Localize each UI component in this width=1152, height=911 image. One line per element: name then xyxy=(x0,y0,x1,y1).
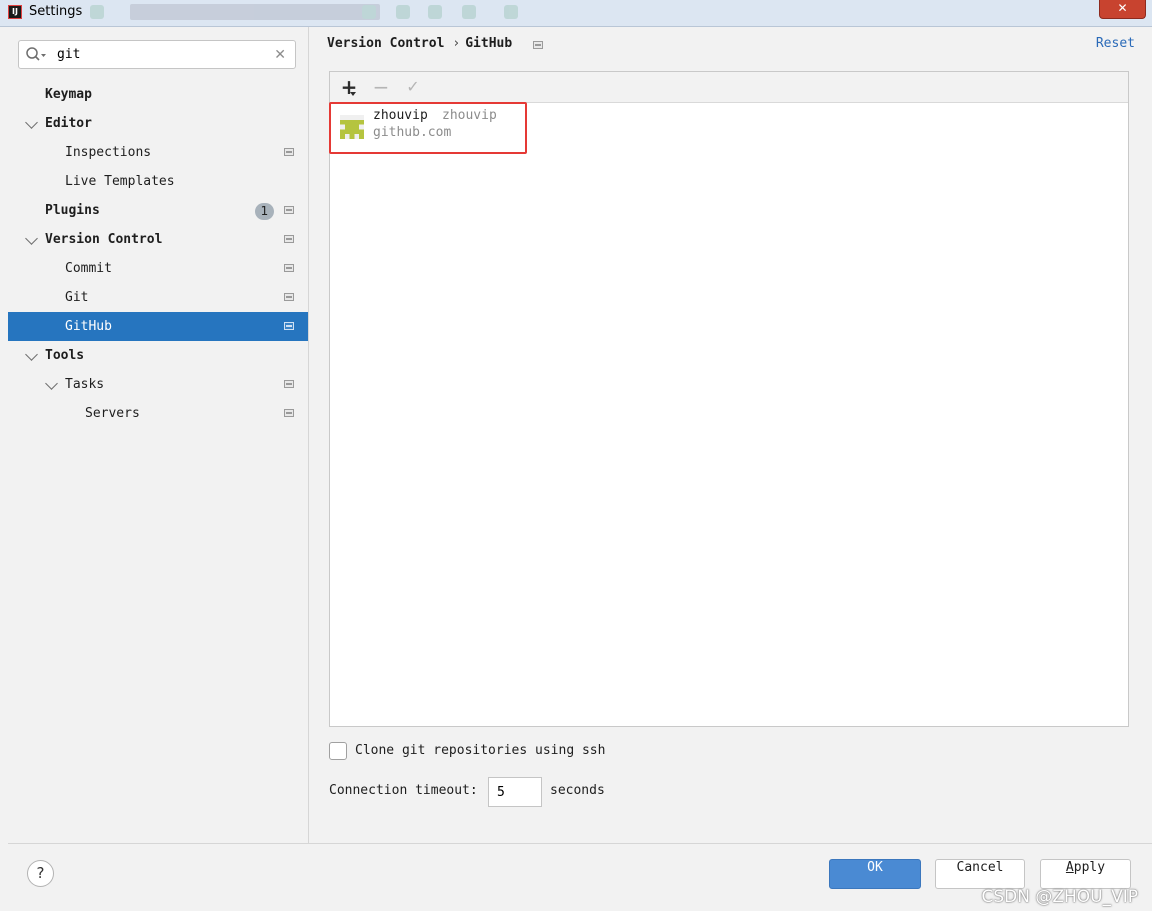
identicon-avatar-icon xyxy=(340,115,364,139)
account-server: github.com xyxy=(373,125,452,140)
remove-account-button[interactable]: − xyxy=(370,76,392,98)
github-accounts-panel: + − ✓ zhouvip zhouvip github.com xyxy=(329,71,1129,727)
chevron-down-icon[interactable] xyxy=(25,348,38,361)
clear-search-icon[interactable]: ✕ xyxy=(274,47,286,63)
tree-item-servers[interactable]: Servers xyxy=(8,399,308,428)
tree-item-label: GitHub xyxy=(65,319,112,334)
tree-item-plugins[interactable]: Plugins 1 xyxy=(8,196,308,225)
tree-item-label: Tools xyxy=(45,348,85,363)
tree-item-tasks[interactable]: Tasks xyxy=(8,370,308,399)
project-level-icon xyxy=(284,148,294,156)
ghost-icon xyxy=(396,5,410,19)
dialog-button-bar: ? OK Cancel Apply CSDN @ZHOU_VIP xyxy=(8,843,1152,911)
settings-search-input[interactable] xyxy=(57,45,257,63)
connection-timeout-input[interactable] xyxy=(488,777,542,807)
tree-item-inspections[interactable]: Inspections xyxy=(8,138,308,167)
project-level-icon xyxy=(533,41,543,49)
accounts-toolbar: + − ✓ xyxy=(330,72,1128,103)
apply-button[interactable]: Apply xyxy=(1040,859,1131,889)
clone-ssh-checkbox[interactable] xyxy=(329,742,347,760)
tree-item-label: Tasks xyxy=(65,377,105,392)
project-level-icon xyxy=(284,322,294,330)
connection-timeout-label: Connection timeout: xyxy=(329,783,478,798)
tree-item-git[interactable]: Git xyxy=(8,283,308,312)
tree-item-label: Keymap xyxy=(45,87,92,102)
project-level-icon xyxy=(284,293,294,301)
connection-timeout-unit: seconds xyxy=(550,783,605,798)
breadcrumb-parent[interactable]: Version Control xyxy=(327,36,444,51)
breadcrumb-current: GitHub xyxy=(465,36,513,51)
account-login: zhouvip xyxy=(442,108,497,123)
window-title: Settings xyxy=(29,4,83,19)
breadcrumb: Version Control › GitHub xyxy=(327,36,512,51)
chevron-down-icon[interactable] xyxy=(25,116,38,129)
ghost-tab xyxy=(130,4,380,20)
project-level-icon xyxy=(284,264,294,272)
tree-item-tools[interactable]: Tools xyxy=(8,341,308,370)
csdn-watermark: CSDN @ZHOU_VIP xyxy=(981,887,1138,907)
add-account-button[interactable]: + xyxy=(338,76,360,98)
tree-item-label: Version Control xyxy=(45,232,163,247)
ghost-icon xyxy=(462,5,476,19)
window-close-button[interactable]: ✕ xyxy=(1099,0,1146,19)
chevron-down-icon[interactable] xyxy=(45,377,58,390)
plugins-update-badge: 1 xyxy=(255,203,274,220)
tree-item-editor[interactable]: Editor xyxy=(8,109,308,138)
tree-item-github[interactable]: GitHub xyxy=(8,312,308,341)
breadcrumb-separator-icon: › xyxy=(452,36,461,51)
intellij-app-icon: IJ xyxy=(8,5,22,19)
dropdown-arrow-icon xyxy=(350,92,356,96)
ghost-icon xyxy=(90,5,104,19)
tree-item-label: Commit xyxy=(65,261,112,276)
clone-ssh-label[interactable]: Clone git repositories using ssh xyxy=(355,743,605,758)
ghost-icon xyxy=(428,5,442,19)
apply-label-rest: pply xyxy=(1073,860,1106,875)
tree-item-label: Servers xyxy=(85,406,140,421)
ghost-icon xyxy=(362,5,376,19)
cancel-button[interactable]: Cancel xyxy=(935,859,1025,889)
ok-button[interactable]: OK xyxy=(829,859,921,889)
tree-item-commit[interactable]: Commit xyxy=(8,254,308,283)
tree-item-label: Plugins xyxy=(45,203,100,218)
project-level-icon xyxy=(284,409,294,417)
help-button[interactable]: ? xyxy=(27,860,54,887)
title-bar: IJ Settings ✕ xyxy=(0,0,1152,27)
project-level-icon xyxy=(284,380,294,388)
apply-mnemonic: A xyxy=(1065,860,1074,875)
settings-sidebar: ✕ Keymap Editor Inspections Live Templat… xyxy=(8,27,309,843)
ghost-icon xyxy=(504,5,518,19)
search-icon[interactable] xyxy=(25,46,47,64)
reset-link[interactable]: Reset xyxy=(1096,36,1135,51)
tree-item-version-control[interactable]: Version Control xyxy=(8,225,308,254)
tree-item-live-templates[interactable]: Live Templates xyxy=(8,167,308,196)
background-ide-toolbar xyxy=(90,2,530,22)
project-level-icon xyxy=(284,206,294,214)
project-level-icon xyxy=(284,235,294,243)
settings-search-box: ✕ xyxy=(18,40,296,69)
tree-item-label: Inspections xyxy=(65,145,152,160)
set-default-account-button[interactable]: ✓ xyxy=(402,76,424,98)
tree-item-label: Live Templates xyxy=(65,174,175,189)
account-list-item[interactable]: zhouvip zhouvip github.com xyxy=(330,102,1128,146)
tree-item-keymap[interactable]: Keymap xyxy=(8,80,308,109)
chevron-down-icon[interactable] xyxy=(25,232,38,245)
tree-item-label: Editor xyxy=(45,116,92,131)
tree-item-label: Git xyxy=(65,290,89,305)
account-name: zhouvip xyxy=(373,108,428,123)
